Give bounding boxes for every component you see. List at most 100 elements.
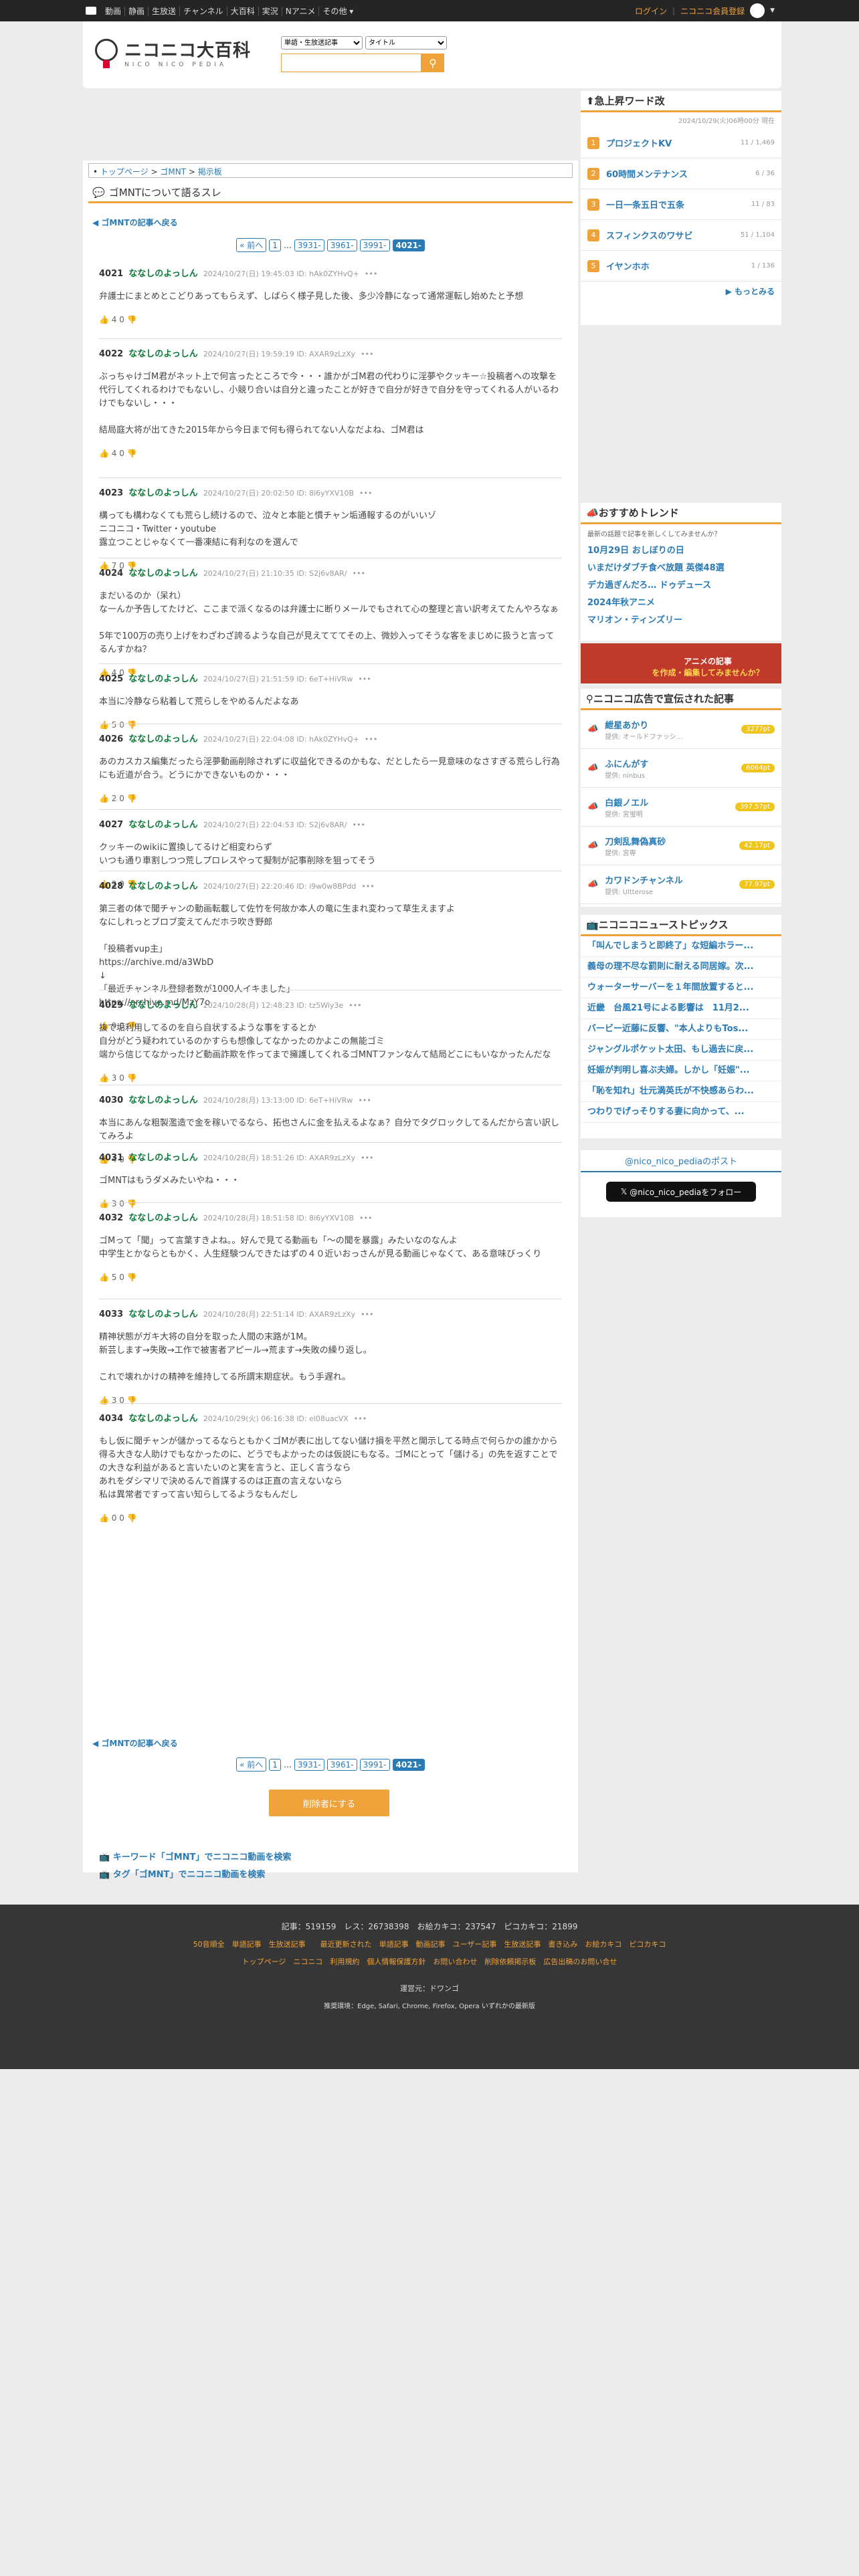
vote-buttons[interactable]: 👍 3 0 👎: [99, 1394, 562, 1407]
advertised-item[interactable]: 📣 ふにんがす 提供: ninbus 6064pt: [581, 749, 781, 788]
trend-item[interactable]: いまだけダブチ食べ放題 英傑48選: [587, 560, 775, 577]
pager-3931[interactable]: 3931-: [294, 1758, 324, 1771]
nav-nanime[interactable]: Nアニメ: [282, 6, 320, 16]
post-number[interactable]: 4034: [99, 1412, 123, 1426]
vote-buttons[interactable]: 👍 4 0 👎: [99, 447, 562, 460]
more-icon[interactable]: •••: [349, 999, 361, 1012]
pager-1[interactable]: 1: [269, 239, 281, 251]
pager-3961[interactable]: 3961-: [326, 239, 357, 251]
vote-buttons[interactable]: 👍 4 0 👎: [99, 313, 562, 326]
advertised-item[interactable]: 📣 紲星あかり 提供: オールドファッシ... 3277pt: [581, 710, 781, 749]
news-item[interactable]: バービー近藤に反響、"本人よりもTos...: [581, 1019, 781, 1040]
nav-more[interactable]: その他 ▾: [319, 7, 357, 16]
x-title[interactable]: @nico_nico_pediaのポスト: [625, 1157, 737, 1167]
post-number[interactable]: 4026: [99, 733, 123, 746]
search-scope-select[interactable]: 単語・生放送記事: [281, 36, 363, 49]
post-number[interactable]: 4028: [99, 880, 123, 893]
pager-3991[interactable]: 3991-: [359, 1758, 390, 1771]
advertised-item[interactable]: 📣 刀剣乱舞偽真砂 提供: 宮専 42.17pt: [581, 827, 781, 865]
more-icon[interactable]: •••: [359, 1212, 372, 1225]
more-icon[interactable]: •••: [361, 1308, 373, 1321]
trend-item[interactable]: デカ過ぎんだろ… ドゥデュース: [587, 577, 775, 595]
back-to-article-link[interactable]: ◀ ゴMNTの記事へ戻る: [92, 217, 178, 228]
nav-live[interactable]: 生放送: [149, 6, 181, 16]
more-icon[interactable]: •••: [359, 487, 372, 500]
advertised-item[interactable]: 📣 カワドンチャンネル 提供: Ultterose 77.97pt: [581, 865, 781, 904]
news-item[interactable]: ウォーターサーバーを１年間放置すると...: [581, 978, 781, 998]
nav-video[interactable]: 動画: [102, 6, 126, 16]
news-item[interactable]: 妊娠が判明し喜ぶ夫婦。しかし「妊娠"...: [581, 1061, 781, 1081]
post-number[interactable]: 4027: [99, 819, 123, 832]
crumb-top[interactable]: トップページ: [100, 167, 149, 177]
search-target-select[interactable]: タイトル: [365, 36, 447, 49]
vote-buttons[interactable]: 👍 5 0 👎: [99, 718, 562, 732]
post-number[interactable]: 4030: [99, 1094, 123, 1107]
pager-3931[interactable]: 3931-: [294, 239, 324, 251]
search-input[interactable]: [281, 53, 421, 72]
search-tag-link[interactable]: 📺 タグ「ゴMNT」でニコニコ動画を検索: [99, 1867, 265, 1880]
post-number[interactable]: 4022: [99, 348, 123, 361]
more-icon[interactable]: •••: [358, 673, 371, 686]
more-icon[interactable]: •••: [358, 1094, 371, 1107]
advertised-item[interactable]: 📣 白銀ノエル 提供: 宮蛍明 397.57pt: [581, 788, 781, 827]
news-item[interactable]: 近畿 台風21号による影響は 11月2...: [581, 998, 781, 1019]
footer-links-2[interactable]: トップページ ニコニコ 利用規約 個人情報保護方針 お問い合わせ 削除依頼掲示板…: [0, 1956, 859, 1967]
search-button[interactable]: ⚲: [421, 53, 444, 72]
trend-item[interactable]: 10月29日 おしぼりの日: [587, 542, 775, 560]
nav-jikkyo[interactable]: 実況: [258, 6, 282, 16]
ranking-item[interactable]: 2 60時間メンテナンス 6 / 36: [581, 158, 781, 189]
login-link[interactable]: ログイン: [635, 5, 667, 17]
trend-item[interactable]: マリオン・ティンズリー: [587, 612, 775, 629]
niconico-tv-icon[interactable]: [86, 7, 96, 15]
vote-buttons[interactable]: 👍 3 0 👎: [99, 1197, 562, 1210]
more-icon[interactable]: •••: [361, 1152, 373, 1165]
user-avatar-icon[interactable]: [750, 3, 765, 18]
crumb-board[interactable]: 掲示板: [198, 167, 222, 177]
news-item[interactable]: 「恥を知れ」壮元満英氏が不快感あらわ...: [581, 1081, 781, 1102]
vote-buttons[interactable]: 👍 0 0 👎: [99, 1511, 562, 1525]
more-icon[interactable]: •••: [365, 733, 377, 746]
post-number[interactable]: 4023: [99, 487, 123, 500]
site-logo[interactable]: ニコニコ大百科 NICO NICO PEDIA: [91, 36, 251, 68]
post-number[interactable]: 4025: [99, 673, 123, 686]
register-link[interactable]: ニコニコ会員登録: [680, 5, 745, 17]
vote-buttons[interactable]: 👍 2 0 👎: [99, 792, 562, 805]
post-number[interactable]: 4031: [99, 1152, 123, 1165]
more-link[interactable]: ▶ もっとみる: [581, 282, 781, 301]
post-number[interactable]: 4032: [99, 1212, 123, 1225]
vote-buttons[interactable]: 👍 3 0 👎: [99, 1071, 562, 1085]
ranking-item[interactable]: 3 一日一条五日で五条 11 / 83: [581, 189, 781, 220]
vote-buttons[interactable]: 👍 5 0 👎: [99, 1271, 562, 1284]
back-to-article-link-bottom[interactable]: ◀ ゴMNTの記事へ戻る: [92, 1737, 178, 1749]
post-number[interactable]: 4033: [99, 1308, 123, 1321]
news-item[interactable]: つわりでげっそりする妻に向かって、...: [581, 1102, 781, 1123]
nav-channel[interactable]: チャンネル: [180, 6, 227, 16]
pager-3991[interactable]: 3991-: [359, 239, 390, 251]
pager-4021[interactable]: 4021-: [392, 239, 425, 251]
ranking-item[interactable]: 5 イヤンホホ 1 / 136: [581, 251, 781, 282]
ranking-item[interactable]: 1 プロジェクトKV 11 / 1,469: [581, 128, 781, 158]
news-item[interactable]: 「叫んでしまうと即終了」な短編ホラー...: [581, 936, 781, 957]
post-number[interactable]: 4021: [99, 267, 123, 281]
nav-seiga[interactable]: 静画: [125, 6, 149, 16]
pager-prev[interactable]: « 前へ: [236, 238, 267, 252]
trend-item[interactable]: 2024年秋アニメ: [587, 595, 775, 612]
post-number[interactable]: 4024: [99, 567, 123, 580]
footer-links-1[interactable]: 50音順全 単語記事 生放送記事 最近更新された 単語記事 動画記事 ユーザー記…: [0, 1939, 859, 1949]
pager-1[interactable]: 1: [269, 1758, 281, 1771]
search-keyword-link[interactable]: 📺 キーワード「ゴMNT」でニコニコ動画を検索: [99, 1850, 291, 1862]
more-icon[interactable]: •••: [361, 348, 373, 361]
more-icon[interactable]: •••: [365, 267, 377, 281]
more-icon[interactable]: •••: [354, 1412, 367, 1426]
pager-prev[interactable]: « 前へ: [236, 1757, 267, 1772]
more-icon[interactable]: •••: [361, 880, 374, 893]
pager-3961[interactable]: 3961-: [326, 1758, 357, 1771]
post-number[interactable]: 4029: [99, 999, 123, 1012]
edit-promo-banner[interactable]: アニメの記事 を作成・編集してみませんか？: [581, 643, 781, 683]
ranking-item[interactable]: 4 スフィンクスのワサビ 51 / 1,104: [581, 220, 781, 251]
show-deleted-button[interactable]: 削除者にする: [269, 1790, 389, 1816]
x-follow-button[interactable]: 𝕏 @nico_nico_pediaをフォロー: [606, 1182, 756, 1202]
more-icon[interactable]: •••: [353, 819, 365, 832]
nav-dic[interactable]: 大百科: [227, 6, 259, 16]
news-item[interactable]: ジャングルポケット太田、もし過去に戻...: [581, 1040, 781, 1061]
